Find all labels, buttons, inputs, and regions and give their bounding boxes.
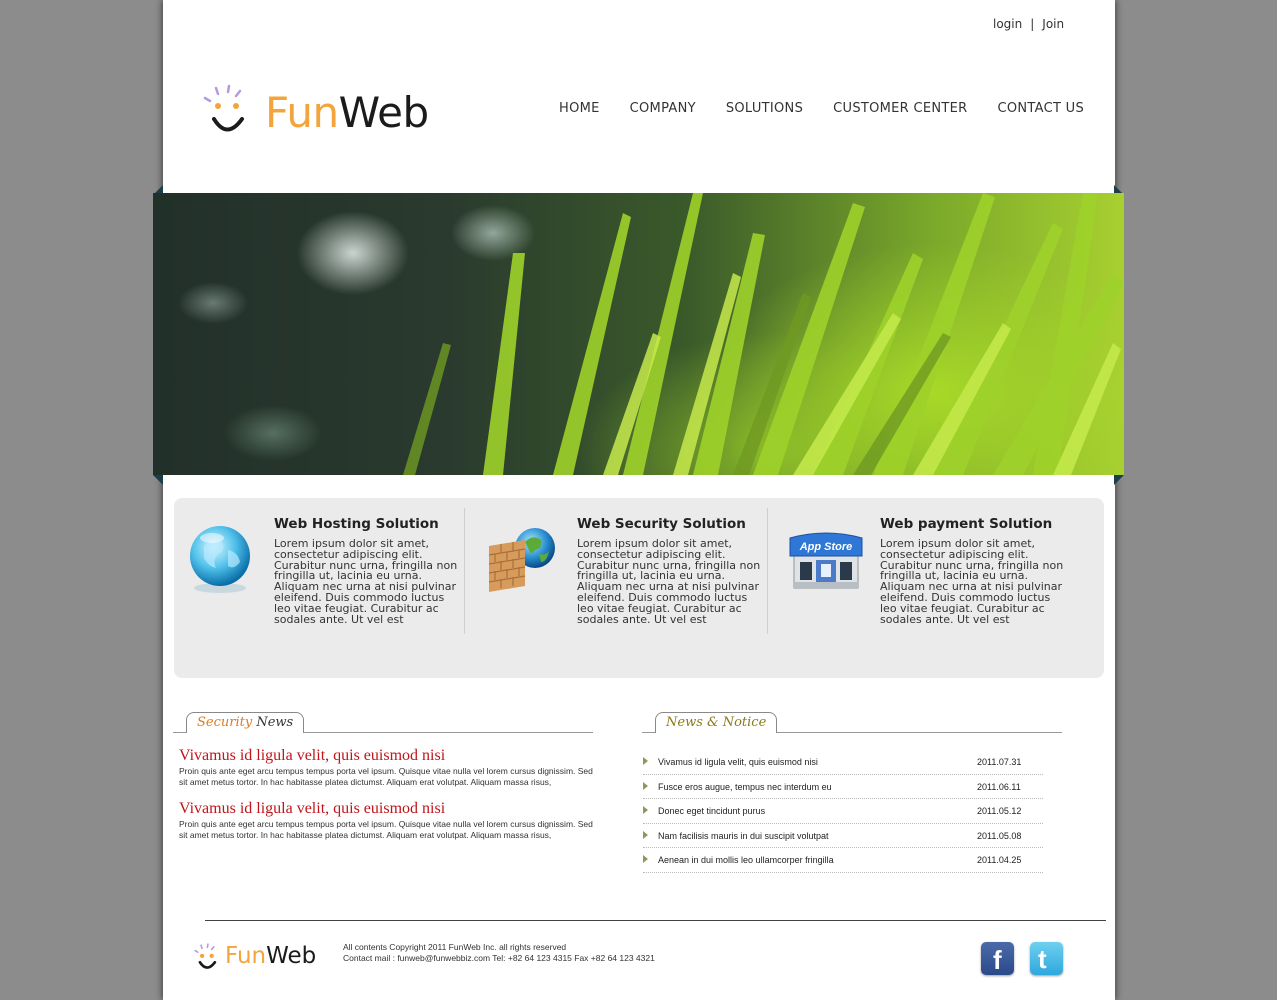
solution-divider [464, 508, 465, 634]
bullet-arrow-icon [643, 781, 648, 790]
footer-logo[interactable]: FunWeb [193, 942, 333, 974]
news-article-body: Proin quis ante eget arcu tempus tempus … [179, 766, 593, 787]
list-item[interactable]: Nam facilisis mauris in dui suscipit vol… [643, 824, 1043, 849]
list-item[interactable]: Vivamus id ligula velit, quis euismod ni… [643, 750, 1043, 775]
footer-divider [205, 920, 1106, 921]
list-item-title[interactable]: Vivamus id ligula velit, quis euismod ni… [658, 757, 818, 767]
list-item-title[interactable]: Donec eget tincidunt purus [658, 806, 765, 816]
facebook-icon[interactable]: f [981, 942, 1014, 975]
solution-web-payment: App Store Web payment Solution Lorem ips… [780, 508, 1080, 634]
bullet-arrow-icon [643, 855, 648, 864]
solution-title: Web payment Solution [880, 516, 1053, 532]
list-item-title[interactable]: Fusce eros augue, tempus nec interdum eu [658, 782, 832, 792]
logo-wordmark: FunWeb [265, 88, 429, 137]
contact-text: Contact mail : funweb@funwebbiz.com Tel:… [343, 952, 655, 963]
nav-contact-us[interactable]: CONTACT US [997, 101, 1084, 116]
solution-web-security: Web Security Solution Lorem ipsum dolor … [477, 508, 777, 634]
solution-divider [767, 508, 768, 634]
footer-text: All contents Copyright 2011 FunWeb Inc. … [343, 942, 655, 963]
list-item-date: 2011.06.11 [977, 781, 1021, 792]
solution-description: Lorem ipsum dolor sit amet, consectetur … [274, 537, 458, 626]
svg-text:App Store: App Store [799, 541, 853, 553]
solution-title: Web Hosting Solution [274, 516, 439, 532]
main-nav: HOME COMPANY SOLUTIONS CUSTOMER CENTER C… [559, 101, 1084, 116]
news-notice-header: News & Notice [642, 709, 1062, 733]
bullet-arrow-icon [643, 757, 648, 765]
hero-corner-decoration [153, 475, 163, 485]
top-links-separator: | [1030, 17, 1035, 31]
twitter-icon[interactable]: t [1030, 942, 1063, 975]
list-item[interactable]: Donec eget tincidunt purus 2011.05.12 [643, 799, 1043, 824]
top-links: login | Join [993, 17, 1064, 31]
smiley-logo-icon [203, 84, 244, 132]
list-item-title[interactable]: Aenean in dui mollis leo ullamcorper fri… [658, 855, 834, 865]
solution-web-hosting: Web Hosting Solution Lorem ipsum dolor s… [174, 508, 474, 634]
security-news-header: Security News [173, 709, 593, 733]
news-article-title[interactable]: Vivamus id ligula velit, quis euismod ni… [179, 800, 594, 818]
join-link[interactable]: Join [1042, 17, 1064, 31]
solution-description: Lorem ipsum dolor sit amet, consectetur … [880, 537, 1064, 626]
hero-corner-decoration [1114, 475, 1124, 485]
funweb-logo[interactable]: FunWeb [201, 82, 461, 142]
list-item-date: 2011.05.12 [977, 806, 1022, 817]
globe-icon [190, 526, 250, 593]
grass-illustration [403, 193, 1124, 475]
app-store-icon: App Store [789, 532, 863, 589]
firewall-icon [488, 528, 555, 592]
logo-wordmark: FunWeb [225, 943, 317, 969]
copyright-text: All contents Copyright 2011 FunWeb Inc. … [343, 942, 567, 952]
bullet-arrow-icon [643, 830, 648, 839]
news-notice-list: Vivamus id ligula velit, quis euismod ni… [643, 750, 1043, 873]
news-article-body: Proin quis ante eget arcu tempus tempus … [179, 819, 593, 840]
solution-description: Lorem ipsum dolor sit amet, consectetur … [577, 537, 761, 626]
news-article: Vivamus id ligula velit, quis euismod ni… [179, 747, 594, 788]
nav-company[interactable]: COMPANY [630, 101, 696, 116]
nav-home[interactable]: HOME [559, 101, 600, 116]
news-article-title[interactable]: Vivamus id ligula velit, quis euismod ni… [179, 747, 594, 765]
login-link[interactable]: login [993, 17, 1022, 31]
solution-title: Web Security Solution [577, 516, 746, 532]
nav-solutions[interactable]: SOLUTIONS [726, 101, 803, 116]
news-article: Vivamus id ligula velit, quis euismod ni… [179, 800, 594, 841]
hero-banner-image [153, 193, 1124, 475]
list-item-title[interactable]: Nam facilisis mauris in dui suscipit vol… [658, 831, 829, 841]
list-item-date: 2011.05.08 [977, 830, 1022, 841]
list-item[interactable]: Fusce eros augue, tempus nec interdum eu… [643, 775, 1043, 800]
solutions-panel: Web Hosting Solution Lorem ipsum dolor s… [174, 498, 1104, 678]
smiley-logo-icon [194, 943, 217, 969]
list-item[interactable]: Aenean in dui mollis leo ullamcorper fri… [643, 848, 1043, 873]
nav-customer-center[interactable]: CUSTOMER CENTER [833, 101, 967, 116]
bullet-arrow-icon [643, 806, 648, 815]
list-item-date: 2011.04.25 [977, 855, 1022, 866]
security-news-tab[interactable]: Security News [186, 712, 305, 733]
list-item-date: 2011.07.31 [977, 757, 1022, 767]
news-notice-tab[interactable]: News & Notice [655, 712, 778, 733]
